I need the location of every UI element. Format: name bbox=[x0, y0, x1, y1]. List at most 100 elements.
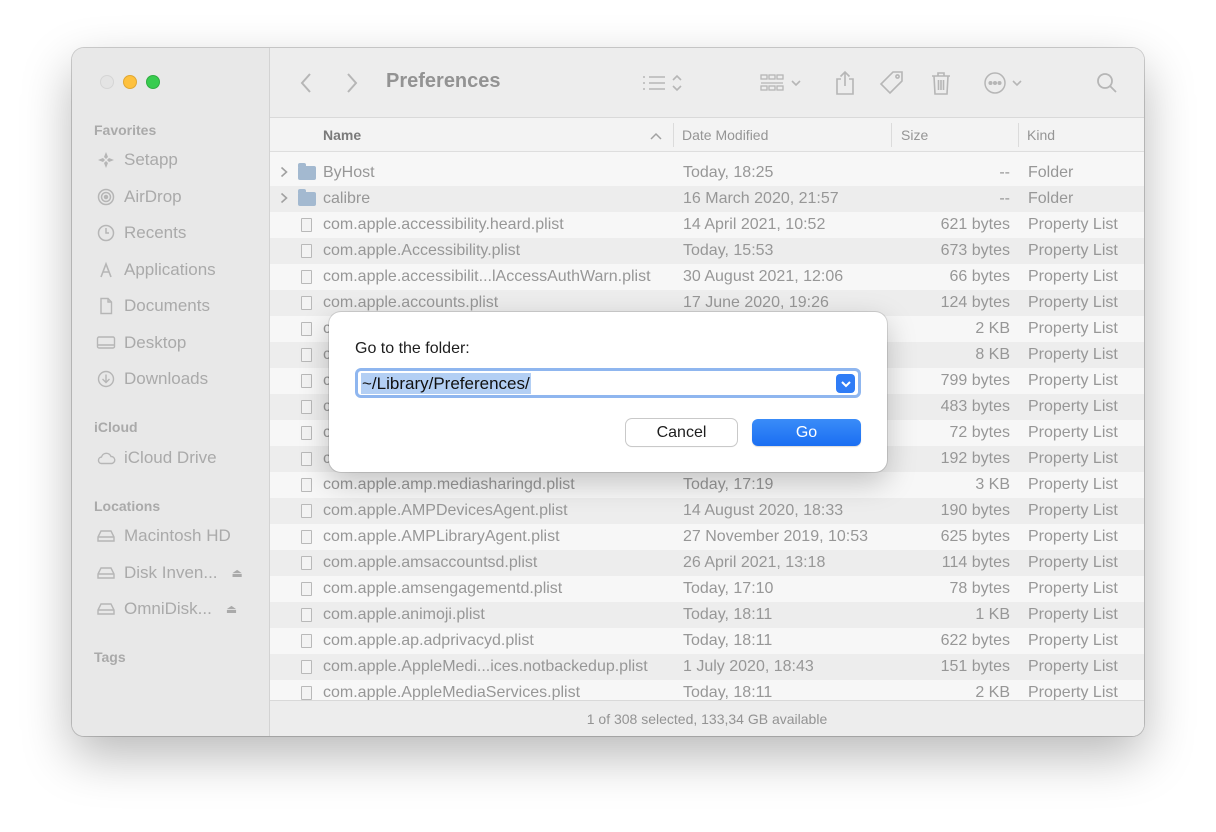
more-actions-button[interactable] bbox=[980, 68, 1030, 98]
file-kind: Folder bbox=[1028, 164, 1074, 181]
minimize-window-button[interactable] bbox=[123, 75, 137, 89]
file-date-modified: 14 April 2021, 10:52 bbox=[683, 216, 826, 233]
file-kind: Property List bbox=[1028, 294, 1118, 311]
close-window-button[interactable] bbox=[100, 75, 114, 89]
column-separator[interactable] bbox=[673, 123, 674, 147]
cloud-icon bbox=[96, 448, 116, 468]
eject-icon[interactable]: ⏏ bbox=[226, 602, 237, 616]
plist-file-icon bbox=[298, 477, 312, 492]
column-size[interactable]: Size bbox=[901, 127, 928, 143]
file-row[interactable]: com.apple.AMPLibraryAgent.plist 27 Novemb… bbox=[270, 524, 1144, 550]
file-size: 78 bytes bbox=[949, 580, 1010, 597]
eject-icon[interactable]: ⏏ bbox=[232, 566, 243, 580]
sidebar: Favorites Setapp AirDrop Recents Applica… bbox=[72, 48, 270, 736]
column-name[interactable]: Name bbox=[323, 127, 361, 143]
plist-file-icon bbox=[298, 555, 312, 570]
file-row[interactable]: calibre 16 March 2020, 21:57 -- Folder bbox=[270, 186, 1144, 212]
file-row[interactable]: com.apple.animoji.plist Today, 18:11 1 KB P… bbox=[270, 602, 1144, 628]
share-button[interactable] bbox=[830, 68, 860, 98]
file-row[interactable]: com.apple.amsaccountsd.plist 26 April 202… bbox=[270, 550, 1144, 576]
drive-icon bbox=[96, 563, 116, 583]
group-button[interactable] bbox=[758, 68, 808, 98]
file-date-modified: 16 March 2020, 21:57 bbox=[683, 190, 839, 207]
clock-icon bbox=[96, 223, 116, 243]
file-row[interactable]: com.apple.Accessibility.plist Today, 15:5… bbox=[270, 238, 1144, 264]
file-kind: Property List bbox=[1028, 346, 1118, 363]
list-view-icon bbox=[643, 74, 682, 92]
file-kind: Property List bbox=[1028, 216, 1118, 233]
file-kind: Property List bbox=[1028, 242, 1118, 259]
plist-file-icon bbox=[298, 425, 312, 440]
window-title: Preferences bbox=[386, 70, 501, 92]
column-date-modified[interactable]: Date Modified bbox=[682, 127, 768, 143]
download-icon bbox=[96, 369, 116, 389]
sidebar-item-documents[interactable]: Documents bbox=[96, 296, 210, 316]
file-row[interactable]: com.apple.amp.mediasharingd.plist Today, … bbox=[270, 472, 1144, 498]
file-kind: Property List bbox=[1028, 580, 1118, 597]
window-controls bbox=[100, 75, 160, 89]
search-button[interactable] bbox=[1092, 68, 1122, 98]
forward-button[interactable] bbox=[340, 68, 364, 98]
view-list-button[interactable] bbox=[640, 68, 688, 98]
column-separator[interactable] bbox=[891, 123, 892, 147]
sort-ascending-icon[interactable] bbox=[650, 128, 662, 144]
document-icon bbox=[96, 296, 116, 316]
sidebar-item-recents[interactable]: Recents bbox=[96, 223, 186, 243]
file-date-modified: 1 July 2020, 18:43 bbox=[683, 658, 814, 675]
share-icon bbox=[836, 70, 854, 95]
plist-file-icon bbox=[298, 607, 312, 622]
path-history-dropdown[interactable] bbox=[836, 374, 855, 393]
file-row[interactable]: com.apple.AppleMedi...ices.notbackedup.p… bbox=[270, 654, 1144, 680]
file-row[interactable]: com.apple.accessibilit...lAccessAuthWarn… bbox=[270, 264, 1144, 290]
folder-path-input[interactable]: ~/Library/Preferences/ bbox=[361, 373, 531, 394]
sidebar-section-locations: Locations bbox=[94, 498, 161, 514]
tag-button[interactable] bbox=[876, 68, 908, 98]
sidebar-item-setapp[interactable]: Setapp bbox=[96, 150, 178, 170]
plist-file-icon bbox=[298, 503, 312, 518]
file-date-modified: Today, 17:10 bbox=[683, 580, 774, 597]
file-date-modified: 26 April 2021, 13:18 bbox=[683, 554, 826, 571]
sidebar-item-omnidisk[interactable]: OmniDisk... ⏏ bbox=[96, 599, 237, 619]
sidebar-item-applications[interactable]: Applications bbox=[96, 260, 216, 280]
disclosure-triangle-icon[interactable] bbox=[280, 192, 288, 207]
folder-path-field[interactable]: ~/Library/Preferences/ bbox=[355, 368, 861, 398]
file-row[interactable]: com.apple.accessibility.heard.plist 14 Ap… bbox=[270, 212, 1144, 238]
file-date-modified: Today, 18:11 bbox=[683, 606, 773, 623]
file-date-modified: 14 August 2020, 18:33 bbox=[683, 502, 844, 519]
file-date-modified: Today, 15:53 bbox=[683, 242, 774, 259]
plist-file-icon bbox=[298, 217, 312, 232]
plist-file-icon bbox=[298, 685, 312, 700]
sidebar-item-desktop[interactable]: Desktop bbox=[96, 333, 186, 353]
sidebar-item-label: Downloads bbox=[124, 369, 209, 388]
file-size: 66 bytes bbox=[949, 268, 1010, 285]
file-name: com.apple.animoji.plist bbox=[323, 606, 485, 623]
back-button[interactable] bbox=[294, 68, 318, 98]
file-row[interactable]: ByHost Today, 18:25 -- Folder bbox=[270, 160, 1144, 186]
file-date-modified: Today, 18:25 bbox=[683, 164, 774, 181]
sidebar-item-icloud-drive[interactable]: iCloud Drive bbox=[96, 448, 217, 468]
column-kind[interactable]: Kind bbox=[1027, 127, 1055, 143]
file-date-modified: 30 August 2021, 12:06 bbox=[683, 268, 844, 285]
file-name: com.apple.amsaccountsd.plist bbox=[323, 554, 538, 571]
folder-icon bbox=[298, 189, 316, 206]
file-size: 673 bytes bbox=[940, 242, 1010, 259]
sidebar-item-disk-inventory[interactable]: Disk Inven... ⏏ bbox=[96, 563, 243, 583]
sidebar-item-macintosh-hd[interactable]: Macintosh HD bbox=[96, 526, 231, 546]
disclosure-triangle-icon[interactable] bbox=[280, 166, 288, 181]
cancel-button[interactable]: Cancel bbox=[626, 419, 737, 446]
zoom-window-button[interactable] bbox=[146, 75, 160, 89]
file-kind: Property List bbox=[1028, 450, 1118, 467]
sidebar-item-airdrop[interactable]: AirDrop bbox=[96, 187, 182, 207]
ellipsis-circle-icon bbox=[984, 72, 1022, 94]
file-name: com.apple.Accessibility.plist bbox=[323, 242, 521, 259]
trash-button[interactable] bbox=[926, 68, 956, 98]
file-row[interactable]: com.apple.AMPDevicesAgent.plist 14 August… bbox=[270, 498, 1144, 524]
file-row[interactable]: com.apple.amsengagementd.plist Today, 17:… bbox=[270, 576, 1144, 602]
sidebar-item-downloads[interactable]: Downloads bbox=[96, 369, 208, 389]
file-row[interactable]: com.apple.ap.adprivacyd.plist Today, 18:1… bbox=[270, 628, 1144, 654]
file-row[interactable]: com.apple.AppleMediaServices.plist Today,… bbox=[270, 680, 1144, 700]
column-separator[interactable] bbox=[1018, 123, 1019, 147]
go-button[interactable]: Go bbox=[752, 419, 861, 446]
file-date-modified: Today, 18:11 bbox=[683, 632, 773, 649]
sidebar-item-label: AirDrop bbox=[124, 187, 182, 206]
